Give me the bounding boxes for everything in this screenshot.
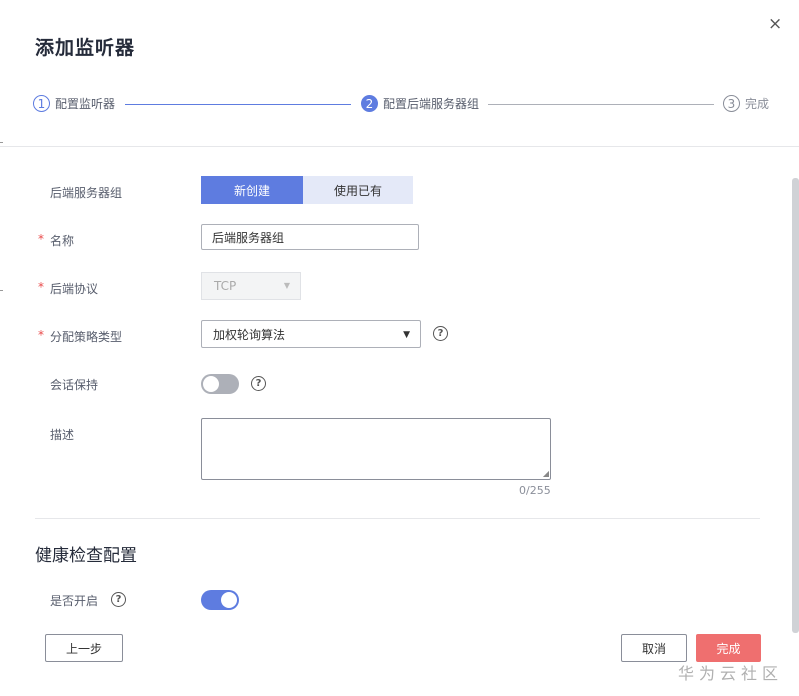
- name-label: 名称: [50, 234, 75, 248]
- previous-button[interactable]: 上一步: [45, 634, 123, 662]
- step-connector: [488, 104, 714, 105]
- step-label: 配置后端服务器组: [383, 97, 480, 111]
- description-label: 描述: [50, 428, 75, 442]
- help-icon[interactable]: ?: [111, 592, 126, 607]
- chevron-down-icon: ▼: [283, 281, 290, 290]
- create-new-option[interactable]: 新创建: [201, 176, 303, 204]
- name-input[interactable]: 后端服务器组: [201, 224, 419, 250]
- step-number: 2: [361, 95, 378, 112]
- required-mark: *: [38, 328, 44, 342]
- step-number: 1: [33, 95, 50, 112]
- protocol-label: 后端协议: [50, 282, 99, 296]
- health-enable-label: 是否开启: [50, 594, 99, 608]
- section-divider: [35, 518, 760, 519]
- session-label: 会话保持: [50, 378, 99, 392]
- required-mark: *: [38, 280, 44, 294]
- add-listener-dialog: 添加监听器 × 1 配置监听器 2 配置后端服务器组 3 完成 后端服务器组 新…: [0, 0, 799, 696]
- algorithm-value: 加权轮询算法: [213, 327, 286, 342]
- edge-mark: [0, 142, 3, 143]
- close-icon[interactable]: ×: [768, 14, 782, 34]
- session-toggle[interactable]: [201, 374, 239, 394]
- toggle-knob: [203, 376, 219, 392]
- step-number: 3: [723, 95, 740, 112]
- health-check-toggle[interactable]: [201, 590, 239, 610]
- caret-down-icon: ▼: [403, 330, 410, 340]
- health-check-title: 健康检查配置: [35, 546, 137, 566]
- required-mark: *: [38, 232, 44, 246]
- help-icon[interactable]: ?: [433, 326, 448, 341]
- step-label: 完成: [745, 97, 770, 111]
- step-3: 3 完成: [723, 95, 769, 112]
- step-1: 1 配置监听器: [33, 95, 115, 112]
- help-icon[interactable]: ?: [251, 376, 266, 391]
- server-group-switch: 新创建 使用已有: [201, 176, 413, 204]
- cancel-button[interactable]: 取消: [621, 634, 687, 662]
- step-2: 2 配置后端服务器组: [361, 95, 479, 112]
- dialog-title: 添加监听器: [35, 37, 136, 59]
- protocol-value: TCP: [214, 279, 237, 293]
- use-existing-option[interactable]: 使用已有: [303, 176, 413, 204]
- toggle-knob: [221, 592, 237, 608]
- resize-handle-icon[interactable]: ◢: [543, 470, 549, 478]
- protocol-select: TCP ▼: [201, 272, 301, 300]
- scrollbar[interactable]: [792, 178, 799, 633]
- watermark: 华为云社区: [678, 664, 784, 683]
- server-group-label: 后端服务器组: [50, 186, 123, 200]
- algorithm-select[interactable]: 加权轮询算法 ▼: [201, 320, 421, 348]
- char-counter: 0/255: [519, 484, 551, 497]
- algorithm-label: 分配策略类型: [50, 330, 123, 344]
- step-connector: [125, 104, 351, 105]
- finish-button[interactable]: 完成: [696, 634, 761, 662]
- header-divider: [0, 146, 799, 147]
- description-textarea[interactable]: ◢: [201, 418, 551, 480]
- edge-mark: [0, 290, 3, 291]
- step-label: 配置监听器: [55, 97, 116, 111]
